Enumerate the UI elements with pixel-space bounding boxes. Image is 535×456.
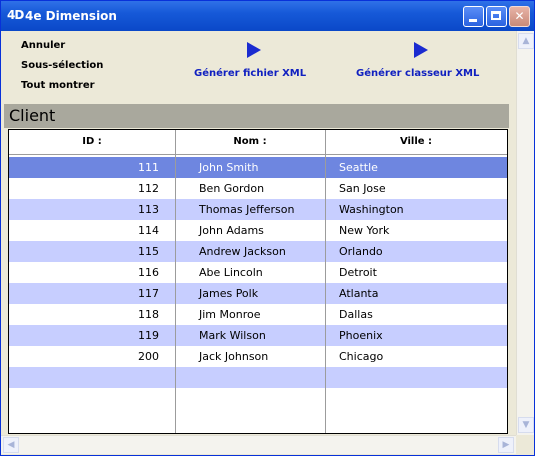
cell-id: 117 — [138, 287, 159, 300]
table-header: ID : Nom : Ville : — [9, 130, 507, 155]
cell-ville: New York — [339, 224, 390, 237]
cell-nom: Jack Johnson — [199, 350, 269, 363]
table-row[interactable]: 200 Jack Johnson Chicago — [9, 346, 507, 367]
generate-xml-workbook-button[interactable]: Générer classeur XML — [356, 68, 479, 79]
annuler-button[interactable]: Annuler — [21, 40, 65, 51]
empty-row — [9, 367, 507, 388]
cell-nom: James Polk — [199, 287, 259, 300]
scroll-left-icon[interactable]: ◀ — [3, 437, 19, 453]
generate-xml-file-button[interactable]: Générer fichier XML — [194, 68, 306, 79]
column-divider — [325, 130, 326, 433]
horizontal-scrollbar[interactable]: ◀ ▶ — [1, 435, 516, 454]
cell-nom: Andrew Jackson — [199, 245, 286, 258]
cell-id: 119 — [138, 329, 159, 342]
cell-id: 116 — [138, 266, 159, 279]
vertical-scrollbar[interactable]: ▲ ▼ — [516, 31, 534, 435]
cell-nom: Jim Monroe — [199, 308, 261, 321]
play-arrow-icon[interactable] — [247, 42, 261, 58]
cell-ville: Atlanta — [339, 287, 379, 300]
close-icon: ✕ — [514, 9, 525, 23]
cell-nom: Ben Gordon — [199, 182, 265, 195]
cell-nom: Mark Wilson — [199, 329, 266, 342]
cell-ville: Dallas — [339, 308, 373, 321]
title-bar[interactable]: 4D 4e Dimension ✕ — [1, 1, 534, 31]
column-header-id[interactable]: ID : — [9, 136, 175, 147]
form-area: Annuler Sous-sélection Tout montrer Géné… — [4, 31, 516, 435]
column-header-ville[interactable]: Ville : — [325, 136, 507, 147]
cell-ville: Seattle — [339, 161, 378, 174]
table-row[interactable]: 115 Andrew Jackson Orlando — [9, 241, 507, 262]
sous-selection-button[interactable]: Sous-sélection — [21, 60, 103, 71]
scroll-up-icon[interactable]: ▲ — [518, 33, 534, 49]
cell-ville: San Jose — [339, 182, 386, 195]
scroll-down-icon[interactable]: ▼ — [518, 417, 534, 433]
table-row[interactable]: 113 Thomas Jefferson Washington — [9, 199, 507, 220]
column-divider — [175, 130, 176, 433]
cell-id: 113 — [138, 203, 159, 216]
cell-nom: John Adams — [199, 224, 264, 237]
cell-ville: Washington — [339, 203, 404, 216]
cell-id: 200 — [138, 350, 159, 363]
cell-id: 112 — [138, 182, 159, 195]
tout-montrer-button[interactable]: Tout montrer — [21, 80, 95, 91]
cell-ville: Phoenix — [339, 329, 383, 342]
resize-grip[interactable] — [516, 435, 534, 453]
cell-ville: Detroit — [339, 266, 377, 279]
cell-id: 114 — [138, 224, 159, 237]
maximize-button[interactable] — [486, 6, 507, 27]
cell-id: 118 — [138, 308, 159, 321]
cell-ville: Chicago — [339, 350, 384, 363]
empty-row — [9, 388, 507, 409]
minimize-icon — [469, 19, 477, 22]
client-table[interactable]: ID : Nom : Ville : 111 John Smith Seattle 1… — [8, 129, 508, 434]
table-row[interactable]: 119 Mark Wilson Phoenix — [9, 325, 507, 346]
maximize-icon — [491, 11, 501, 20]
table-row[interactable]: 118 Jim Monroe Dallas — [9, 304, 507, 325]
scroll-right-icon[interactable]: ▶ — [498, 437, 514, 453]
table-row[interactable]: 114 John Adams New York — [9, 220, 507, 241]
table-row[interactable]: 111 John Smith Seattle — [9, 157, 507, 178]
table-row[interactable]: 112 Ben Gordon San Jose — [9, 178, 507, 199]
app-logo-icon: 4D — [7, 8, 24, 22]
close-button[interactable]: ✕ — [509, 6, 530, 27]
cell-id: 115 — [138, 245, 159, 258]
app-window: 4D 4e Dimension ✕ Annuler Sous-sélection… — [0, 0, 535, 456]
cell-nom: Abe Lincoln — [199, 266, 263, 279]
cell-ville: Orlando — [339, 245, 383, 258]
section-header: Client — [4, 104, 509, 128]
table-row[interactable]: 116 Abe Lincoln Detroit — [9, 262, 507, 283]
play-arrow-icon[interactable] — [414, 42, 428, 58]
minimize-button[interactable] — [463, 6, 484, 27]
section-title: Client — [9, 106, 56, 125]
column-header-nom[interactable]: Nom : — [175, 136, 325, 147]
cell-nom: Thomas Jefferson — [199, 203, 295, 216]
table-row[interactable]: 117 James Polk Atlanta — [9, 283, 507, 304]
cell-nom: John Smith — [199, 161, 259, 174]
cell-id: 111 — [138, 161, 159, 174]
window-title: 4e Dimension — [25, 9, 117, 23]
